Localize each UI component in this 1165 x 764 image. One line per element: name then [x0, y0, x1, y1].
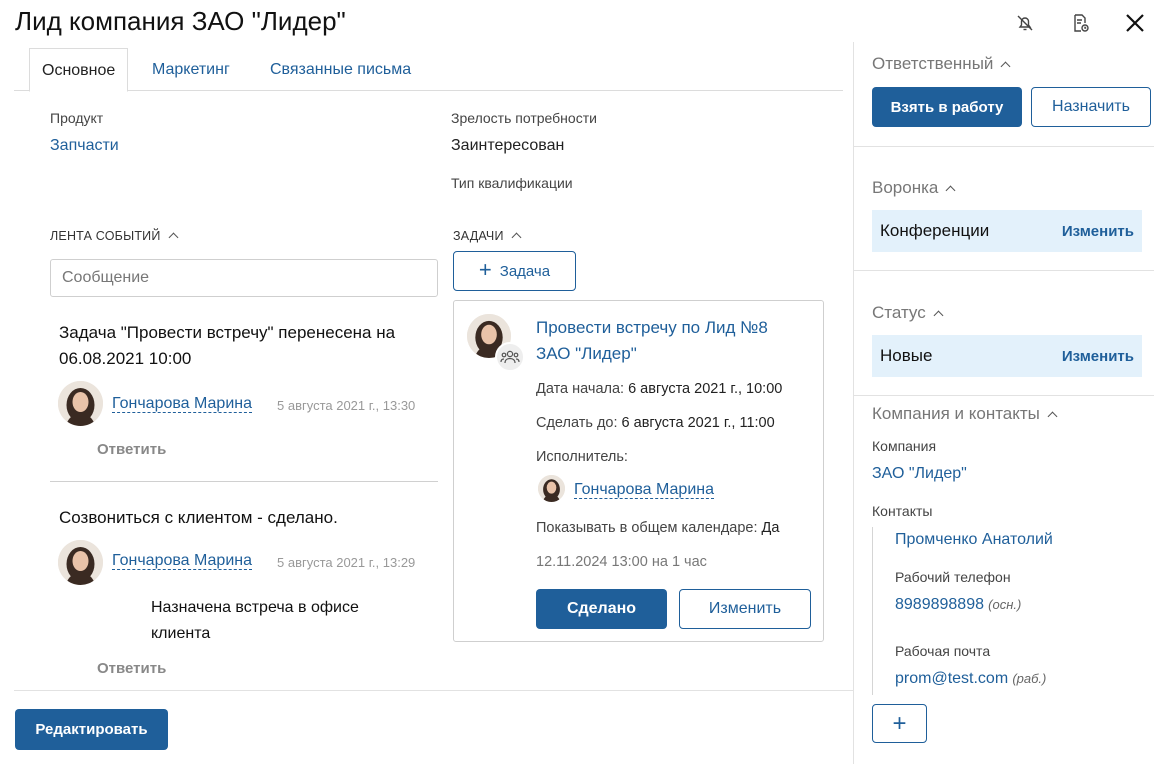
task-meta: 12.11.2024 13:00 на 1 час	[536, 554, 707, 570]
add-contact-button[interactable]: +	[872, 704, 927, 743]
event-date: 5 августа 2021 г., 13:29	[277, 555, 416, 570]
chevron-up-icon	[933, 310, 944, 321]
phone-link[interactable]: 8989898898	[895, 596, 984, 613]
event-comment: Назначена встреча в офисе клиента	[151, 599, 359, 642]
funnel-title[interactable]: Воронка	[872, 178, 956, 198]
page-title: Лид компания ЗАО "Лидер"	[15, 6, 346, 36]
chevron-up-icon	[511, 232, 522, 243]
change-funnel-link[interactable]: Изменить	[1062, 223, 1134, 240]
status-title[interactable]: Статус	[872, 303, 944, 323]
tab-marketing[interactable]: Маркетинг	[140, 48, 242, 92]
change-status-link[interactable]: Изменить	[1062, 348, 1134, 365]
edit-button[interactable]: Редактировать	[15, 709, 168, 750]
tab-related-emails[interactable]: Связанные письма	[258, 48, 423, 92]
email-note: (раб.)	[1012, 671, 1047, 686]
assignee-link[interactable]: Гончарова Марина	[574, 481, 714, 499]
close-icon[interactable]	[1122, 10, 1148, 36]
avatar	[58, 381, 103, 426]
email-label: Рабочая почта	[895, 643, 991, 659]
assign-button[interactable]: Назначить	[1031, 87, 1151, 127]
company-link[interactable]: ЗАО "Лидер"	[872, 465, 967, 483]
sidebar-divider	[853, 146, 1154, 147]
feed-divider	[50, 481, 438, 482]
contact-line	[872, 527, 873, 695]
responsible-title[interactable]: Ответственный	[872, 54, 1011, 74]
task-card: Провести встречу по Лид №8 ЗАО "Лидер" Д…	[453, 300, 824, 642]
bell-off-icon[interactable]	[1012, 10, 1038, 36]
assignee-label: Исполнитель:	[536, 449, 628, 465]
contact-link[interactable]: Промченко Анатолий	[895, 531, 1053, 549]
take-to-work-button[interactable]: Взять в работу	[872, 87, 1022, 127]
event-date: 5 августа 2021 г., 13:30	[277, 398, 416, 413]
author-link[interactable]: Гончарова Марина	[112, 395, 252, 413]
chevron-up-icon	[1047, 411, 1058, 422]
event-text: Созвониться с клиентом - сделано.	[59, 508, 338, 527]
sidebar-divider	[853, 395, 1154, 396]
tab-main[interactable]: Основное	[29, 48, 129, 92]
contacts-label: Контакты	[872, 503, 933, 519]
product-link[interactable]: Запчасти	[50, 137, 119, 155]
author-link[interactable]: Гончарова Марина	[112, 552, 252, 570]
avatar	[58, 540, 103, 585]
change-task-button[interactable]: Изменить	[679, 589, 811, 629]
sidebar-divider	[853, 270, 1154, 271]
event-text: Задача "Провести встречу" перенесена на …	[59, 323, 396, 368]
done-button[interactable]: Сделано	[536, 589, 667, 629]
company-contacts-title[interactable]: Компания и контакты	[872, 404, 1058, 424]
phone-note: (осн.)	[988, 597, 1022, 612]
group-meeting-icon	[495, 342, 525, 372]
task-calendar: Показывать в общем календаре: Да	[536, 520, 780, 536]
reply-link[interactable]: Ответить	[97, 660, 166, 677]
feed-section-title[interactable]: ЛЕНТА СОБЫТИЙ	[50, 229, 178, 243]
document-settings-icon[interactable]	[1067, 10, 1093, 36]
email-link[interactable]: prom@test.com	[895, 670, 1008, 687]
tasks-section-title[interactable]: ЗАДАЧИ	[453, 229, 522, 243]
message-input[interactable]: Сообщение	[50, 259, 438, 297]
task-title-link[interactable]: Провести встречу по Лид №8 ЗАО "Лидер"	[536, 315, 806, 367]
chevron-up-icon	[168, 232, 178, 243]
product-label: Продукт	[50, 110, 104, 126]
chevron-up-icon	[945, 185, 956, 196]
avatar	[538, 475, 565, 502]
chevron-up-icon	[1000, 61, 1011, 72]
maturity-value: Заинтересован	[451, 137, 565, 154]
task-start: Дата начала: 6 августа 2021 г., 10:00	[536, 381, 783, 397]
company-label: Компания	[872, 438, 937, 454]
funnel-bar: Конференции Изменить	[872, 210, 1142, 252]
funnel-value: Конференции	[880, 221, 990, 240]
status-value: Новые	[880, 346, 933, 365]
sidebar-separator	[853, 42, 854, 764]
qualification-label: Тип квалификации	[451, 175, 573, 191]
task-due: Сделать до: 6 августа 2021 г., 11:00	[536, 415, 775, 431]
maturity-label: Зрелость потребности	[451, 110, 597, 126]
footer-divider	[14, 690, 853, 691]
plus-icon: +	[478, 257, 492, 282]
status-bar: Новые Изменить	[872, 335, 1142, 377]
add-task-button[interactable]: + Задача	[453, 251, 576, 291]
phone-label: Рабочий телефон	[895, 569, 1011, 585]
reply-link[interactable]: Ответить	[97, 441, 166, 458]
tab-bar: Основное Маркетинг Связанные письма	[14, 48, 843, 92]
